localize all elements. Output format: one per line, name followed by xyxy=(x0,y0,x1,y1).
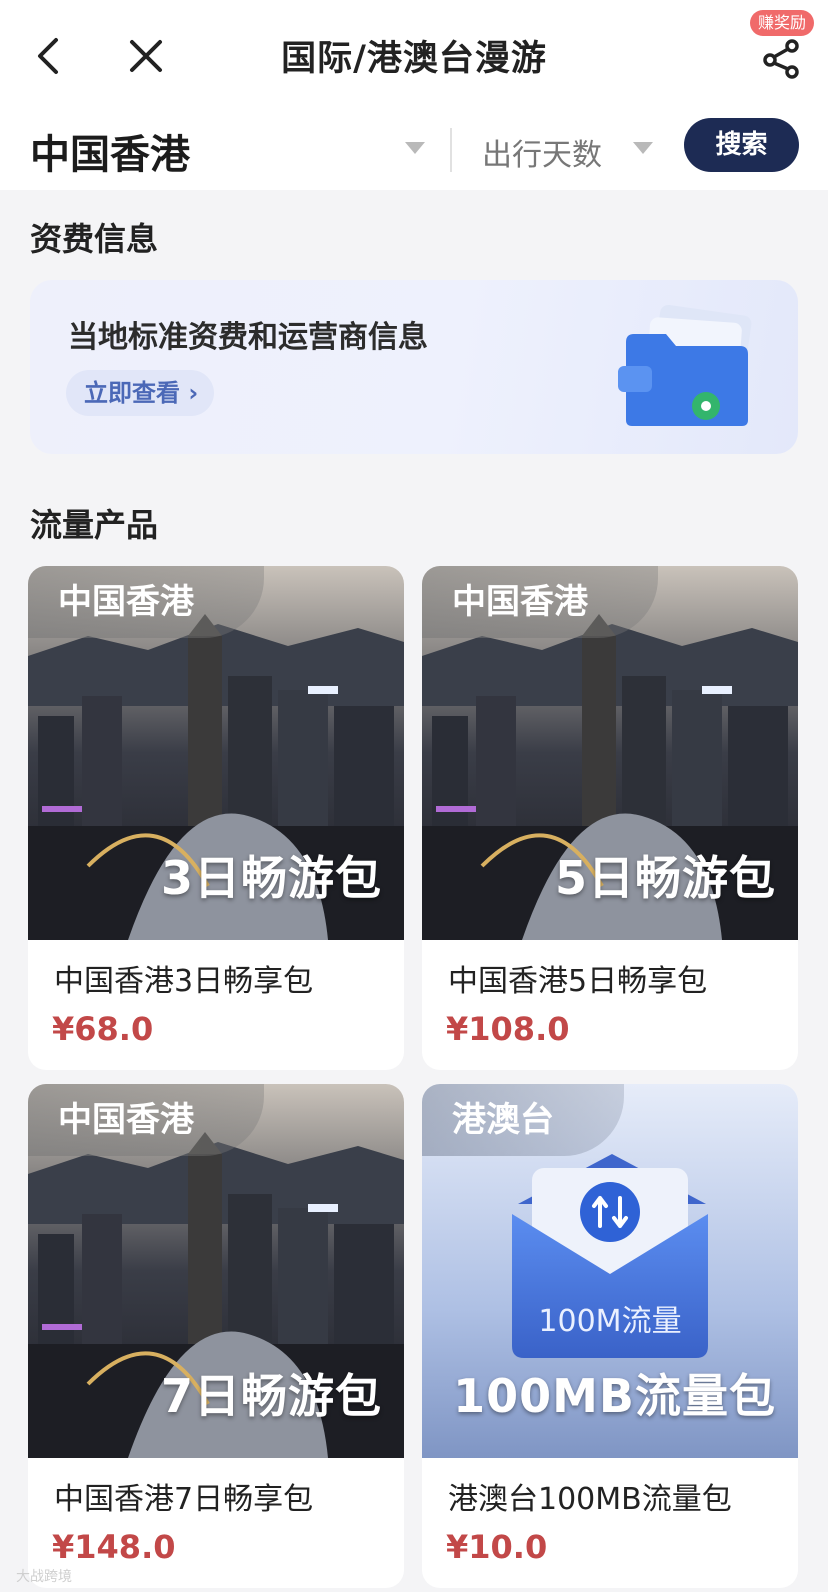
view-now-link[interactable]: 立即查看 › xyxy=(66,370,215,416)
product-price: ¥10.0 xyxy=(446,1528,548,1566)
view-now-label: 立即查看 xyxy=(84,379,180,407)
product-region-tag: 中国香港 xyxy=(28,566,264,638)
reward-badge[interactable]: 赚奖励 xyxy=(750,10,815,36)
envelope-label: 100M流量 xyxy=(538,1304,682,1339)
product-price: ¥148.0 xyxy=(52,1528,176,1566)
products-section-title: 流量产品 xyxy=(30,506,159,544)
product-price: ¥108.0 xyxy=(446,1010,570,1048)
product-region-tag: 港澳台 xyxy=(422,1084,624,1156)
product-overlay-title: 3日畅游包 xyxy=(160,851,382,905)
divider xyxy=(450,128,452,172)
days-dropdown-icon[interactable] xyxy=(632,140,654,160)
region-select[interactable]: 中国香港 xyxy=(30,122,190,180)
days-select[interactable]: 出行天数 xyxy=(482,130,602,174)
product-name: 中国香港7日畅享包 xyxy=(54,1482,314,1517)
page-title: 国际/港澳台漫游 xyxy=(281,39,547,79)
tariff-section-title: 资费信息 xyxy=(30,220,159,258)
product-price: ¥68.0 xyxy=(52,1010,154,1048)
product-overlay-title: 5日畅游包 xyxy=(554,851,776,905)
folder-icon xyxy=(612,302,772,436)
region-dropdown-icon[interactable] xyxy=(404,140,426,160)
product-card[interactable]: 中国香港 3日畅游包 中国香港3日畅享包 ¥68.0 xyxy=(28,566,404,1070)
share-icon[interactable] xyxy=(760,36,804,80)
product-name: 港澳台100MB流量包 xyxy=(448,1482,732,1517)
search-button[interactable]: 搜索 xyxy=(684,118,799,172)
product-overlay-title: 100MB流量包 xyxy=(453,1369,776,1423)
product-card[interactable]: 中国香港 5日畅游包 中国香港5日畅享包 ¥108.0 xyxy=(422,566,798,1070)
watermark: 大战跨境 xyxy=(16,1569,72,1585)
product-card[interactable]: 中国香港 7日畅游包 中国香港7日畅享包 ¥148.0 xyxy=(28,1084,404,1588)
product-region-tag: 中国香港 xyxy=(28,1084,264,1156)
tariff-info-card[interactable]: 当地标准资费和运营商信息 立即查看 › xyxy=(30,280,798,454)
filter-bar: 中国香港 出行天数 搜索 xyxy=(0,110,828,190)
tariff-card-title: 当地标准资费和运营商信息 xyxy=(68,320,428,355)
chevron-right-icon: › xyxy=(188,379,199,407)
product-name: 中国香港3日畅享包 xyxy=(54,964,314,999)
product-region-tag: 中国香港 xyxy=(422,566,658,638)
product-card[interactable]: 100M流量 港澳台 100MB流量包 港澳台100MB流量包 ¥10.0 xyxy=(422,1084,798,1588)
product-name: 中国香港5日畅享包 xyxy=(448,964,708,999)
product-overlay-title: 7日畅游包 xyxy=(160,1369,382,1423)
top-bar: 国际/港澳台漫游 赚奖励 xyxy=(0,0,828,110)
